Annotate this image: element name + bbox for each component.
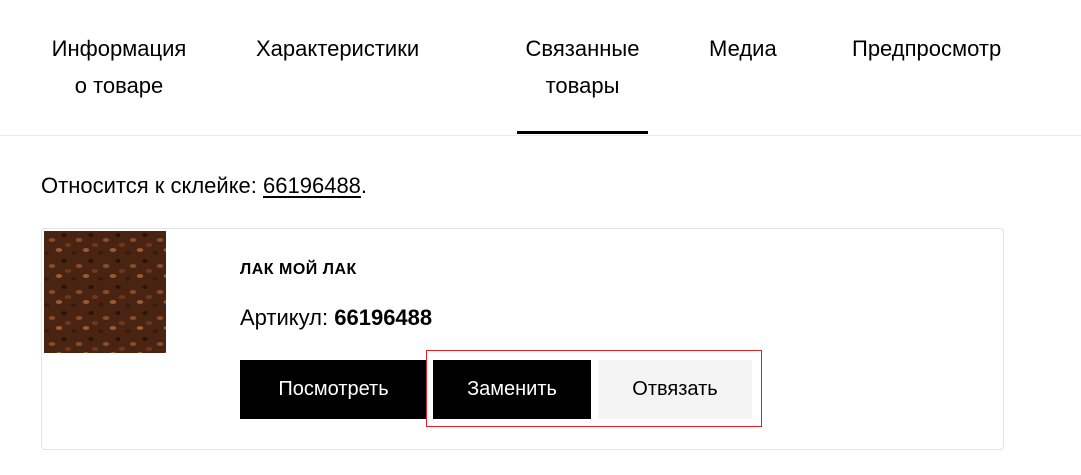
tab-label: Характеристики	[256, 36, 420, 61]
tab-media[interactable]: Медиа	[709, 30, 777, 67]
tab-preview[interactable]: Предпросмотр	[852, 30, 1001, 67]
tab-label: о товаре	[74, 73, 164, 98]
tab-bar: Информация о товаре Характеристики Связа…	[0, 0, 1081, 136]
sku-value: 66196488	[334, 305, 433, 330]
tab-label: товары	[545, 73, 620, 98]
tab-related-products[interactable]: Связанные товары	[517, 30, 648, 104]
coffee-beans-image	[44, 231, 166, 353]
replace-button[interactable]: Заменить	[433, 360, 591, 419]
tab-label: Связанные	[525, 36, 640, 61]
tab-characteristics[interactable]: Характеристики	[256, 30, 419, 67]
bundle-relation-text: Относится к склейке: 66196488.	[41, 171, 367, 201]
page: Информация о товаре Характеристики Связа…	[0, 0, 1081, 475]
tab-product-info[interactable]: Информация о товаре	[41, 30, 197, 104]
sku-label: Артикул:	[240, 305, 335, 330]
active-tab-indicator	[517, 131, 648, 134]
product-name: ЛАК МОЙ ЛАК	[240, 261, 357, 278]
tab-label: Предпросмотр	[852, 36, 1002, 61]
tab-label: Медиа	[709, 36, 777, 61]
tab-label: Информация	[51, 36, 187, 61]
product-sku: Артикул: 66196488	[240, 303, 432, 333]
product-card: ЛАК МОЙ ЛАК Артикул: 66196488 Посмотреть…	[41, 228, 1004, 450]
bundle-link[interactable]: 66196488	[263, 173, 361, 198]
view-button[interactable]: Посмотреть	[240, 360, 427, 419]
relation-prefix: Относится к склейке:	[41, 173, 264, 198]
unlink-button[interactable]: Отвязать	[598, 360, 752, 419]
relation-suffix: .	[360, 173, 368, 198]
